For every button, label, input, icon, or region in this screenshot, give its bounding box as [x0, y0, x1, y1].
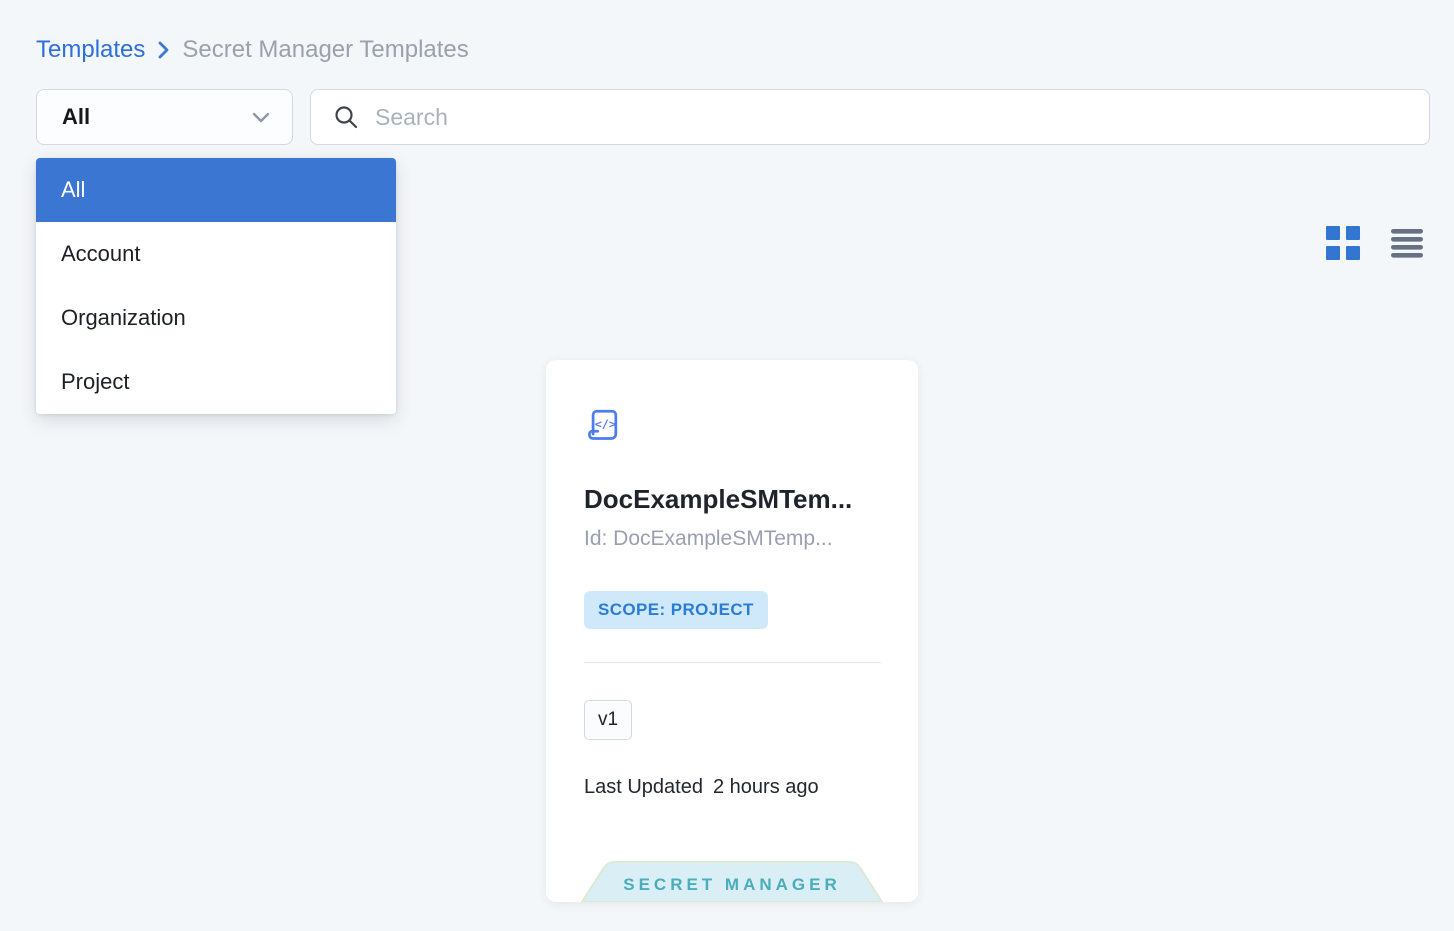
code-template-icon: </> — [584, 404, 624, 444]
breadcrumb-current: Secret Manager Templates — [182, 36, 468, 64]
search-box — [310, 89, 1430, 145]
svg-text:</>: </> — [595, 417, 616, 431]
menu-item-project[interactable]: Project — [36, 350, 396, 414]
breadcrumb-link-templates[interactable]: Templates — [36, 36, 145, 64]
view-toggles — [1326, 226, 1423, 260]
module-ribbon: SECRET MANAGER — [581, 861, 883, 902]
chevron-right-icon — [157, 40, 170, 60]
breadcrumb: Templates Secret Manager Templates — [36, 36, 469, 64]
secret-manager-templates-page: Templates Secret Manager Templates All A… — [0, 0, 1454, 931]
last-updated-value: 2 hours ago — [713, 776, 819, 799]
module-ribbon-label: SECRET MANAGER — [581, 861, 883, 902]
template-title: DocExampleSMTem... — [584, 484, 880, 515]
scope-filter-menu: All Account Organization Project — [36, 158, 396, 414]
chevron-down-icon — [252, 112, 270, 123]
version-chip[interactable]: v1 — [584, 700, 632, 740]
last-updated-label: Last Updated — [584, 776, 703, 799]
list-view-icon[interactable] — [1391, 229, 1423, 258]
menu-item-account[interactable]: Account — [36, 222, 396, 286]
last-updated-row: Last Updated 2 hours ago — [584, 776, 880, 799]
menu-item-all[interactable]: All — [36, 158, 396, 222]
template-card[interactable]: </> DocExampleSMTem... Id: DocExampleSMT… — [546, 360, 918, 902]
template-id: Id: DocExampleSMTemp... — [584, 527, 880, 551]
scope-filter-dropdown[interactable]: All — [36, 89, 293, 145]
search-icon — [333, 104, 359, 130]
grid-view-icon[interactable] — [1326, 226, 1360, 260]
card-divider — [584, 662, 881, 663]
menu-item-organization[interactable]: Organization — [36, 286, 396, 350]
scope-filter-value: All — [62, 104, 90, 130]
search-input[interactable] — [375, 104, 1407, 131]
scope-badge: SCOPE: PROJECT — [584, 591, 768, 629]
